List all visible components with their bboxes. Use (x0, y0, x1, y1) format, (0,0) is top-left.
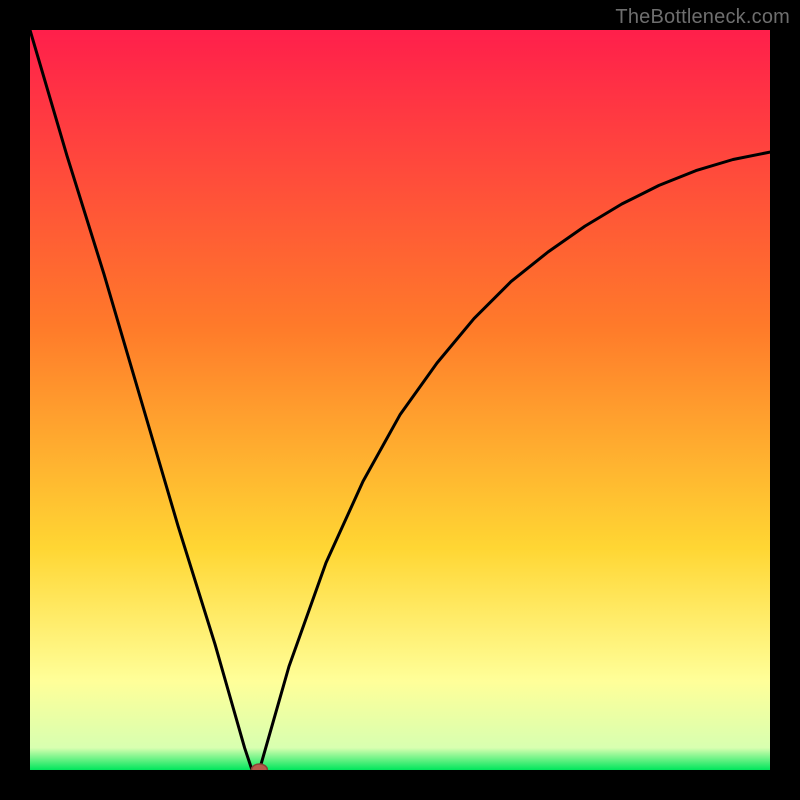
optimum-marker (251, 764, 267, 770)
outer-frame: TheBottleneck.com (0, 0, 800, 800)
chart-svg (30, 30, 770, 770)
watermark-label: TheBottleneck.com (615, 6, 790, 29)
plot-area (30, 30, 770, 770)
